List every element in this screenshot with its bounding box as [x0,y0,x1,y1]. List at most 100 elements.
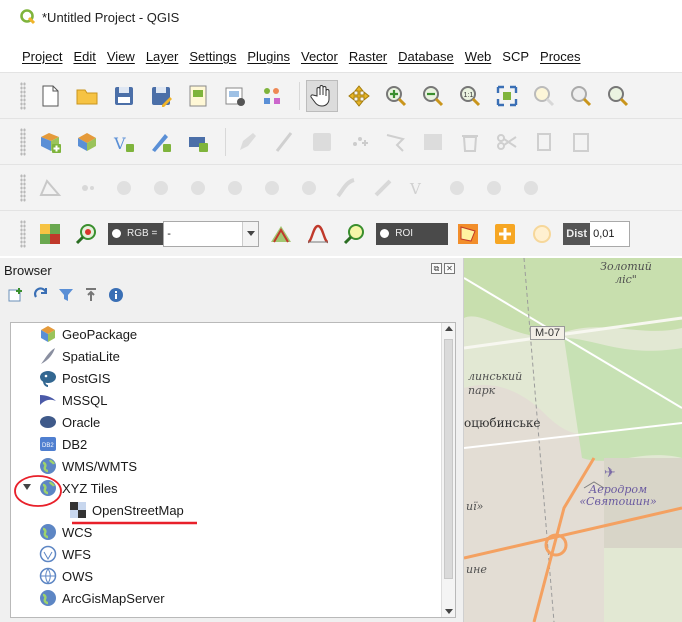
new-print-layout-button[interactable] [182,80,214,112]
float-panel-icon[interactable]: ⧉ [431,263,442,274]
collapse-all-icon[interactable] [83,287,99,303]
tree-item-openstreetmap[interactable]: OpenStreetMap [11,499,455,521]
merge-attributes-button[interactable] [441,172,473,204]
menu-plugins[interactable]: Plugins [247,49,290,64]
rotate-symbols-button[interactable] [478,172,510,204]
rgb-combobox[interactable]: - [163,220,260,247]
menu-vector[interactable]: Vector [301,49,338,64]
tree-item-xyz-tiles[interactable]: XYZ Tiles [11,477,455,499]
expander-arrow-icon[interactable] [23,484,31,490]
modify-attributes-button[interactable] [417,126,449,158]
undo-button[interactable] [34,172,66,204]
save-edits-button[interactable] [306,126,338,158]
zoom-out-button[interactable] [417,80,449,112]
tree-item-spatialite[interactable]: SpatiaLite [11,345,455,367]
tree-item-wms-wmts[interactable]: WMS/WMTS [11,455,455,477]
zoom-to-layer-button[interactable] [565,80,597,112]
add-feature-button[interactable] [343,126,375,158]
redo-roi-button[interactable] [526,218,558,250]
menu-web[interactable]: Web [465,49,492,64]
toolbar-grip[interactable] [20,173,26,202]
reshape-button[interactable] [256,172,288,204]
pencil-disabled-icon [240,132,256,150]
tree-item-wcs[interactable]: WCS [11,521,455,543]
tree-item-postgis[interactable]: PostGIS [11,367,455,389]
new-virtual-layer-button[interactable]: V [108,126,140,158]
menu-settings[interactable]: Settings [189,49,236,64]
new-mesh-layer-button[interactable] [182,126,214,158]
style-manager-button[interactable] [256,80,288,112]
delete-ring-button[interactable] [182,172,214,204]
add-roi-button[interactable] [489,218,521,250]
airport-icon: ✈ [604,464,616,480]
toolbar-grip[interactable] [20,219,26,248]
close-panel-icon[interactable]: ✕ [444,263,455,274]
delete-selected-button[interactable] [454,126,486,158]
paste-features-button[interactable] [565,126,597,158]
pan-to-selection-button[interactable] [343,80,375,112]
new-geopackage-layer-button[interactable] [34,126,66,158]
add-layer-icon[interactable] [8,287,24,303]
scroll-up-icon[interactable] [445,326,453,331]
menu-raster[interactable]: Raster [349,49,387,64]
layout-manager-button[interactable] [219,80,251,112]
create-roi-button[interactable] [452,218,484,250]
scroll-down-icon[interactable] [445,609,453,614]
new-temporary-layer-button[interactable] [145,126,177,158]
zoom-in-button[interactable] [380,80,412,112]
menu-edit[interactable]: Edit [73,49,95,64]
properties-icon[interactable] [108,287,124,303]
tree-item-geopackage[interactable]: GeoPackage [11,323,455,345]
tree-item-ows[interactable]: OWS [11,565,455,587]
split-disabled-icon [336,177,355,197]
filter-icon[interactable] [58,287,74,303]
tree-item-mssql[interactable]: MSSQL [11,389,455,411]
tree-item-wfs[interactable]: WFS [11,543,455,565]
fill-ring-button[interactable] [145,172,177,204]
menu-project[interactable]: Project [22,49,62,64]
menu-scp[interactable]: SCP [502,49,529,64]
toolbar-grip[interactable] [20,127,26,156]
pan-map-button[interactable] [306,79,338,112]
delete-part-button[interactable] [219,172,251,204]
zoom-to-selection-button[interactable] [528,80,560,112]
reverse-line-button[interactable] [515,172,547,204]
menu-layer[interactable]: Layer [146,49,179,64]
tree-item-oracle[interactable]: Oracle [11,411,455,433]
vertex-tool-button[interactable] [380,126,412,158]
new-shapefile-layer-button[interactable] [71,126,103,158]
tree-scrollbar[interactable] [441,323,455,617]
zoom-last-button[interactable] [602,80,634,112]
dist-input[interactable]: 0,01 [590,220,631,247]
map-canvas[interactable]: Золотий ліс" М-07 линський парк оцюбинсь… [464,258,682,622]
local-std-stretch-button[interactable] [302,218,334,250]
zoom-full-button[interactable] [491,80,523,112]
cut-features-button[interactable] [491,126,523,158]
new-project-button[interactable] [34,80,66,112]
zoom-native-button[interactable]: 1:1 [454,80,486,112]
tree-item-db2[interactable]: DB2 DB2 [11,433,455,455]
refresh-icon[interactable] [33,287,49,303]
add-part-button[interactable] [108,172,140,204]
add-ring-button[interactable] [71,172,103,204]
open-project-button[interactable] [71,80,103,112]
menu-processing[interactable]: Proces [540,49,580,64]
merge-features-button[interactable]: V [404,172,436,204]
save-as-button[interactable] [145,80,177,112]
toolbar-grip[interactable] [20,81,26,110]
split-parts-button[interactable] [367,172,399,204]
zoom-roi-button[interactable] [339,218,371,250]
menu-view[interactable]: View [107,49,135,64]
zoom-input-image-button[interactable] [71,218,103,250]
scroll-thumb[interactable] [444,339,453,579]
toggle-editing-button[interactable] [269,126,301,158]
save-project-button[interactable] [108,80,140,112]
copy-features-button[interactable] [528,126,560,158]
offset-curve-button[interactable] [293,172,325,204]
current-edits-button[interactable] [232,126,264,158]
split-features-button[interactable] [330,172,362,204]
local-cumulative-stretch-button[interactable] [265,218,297,250]
menu-database[interactable]: Database [398,49,454,64]
tree-item-arcgis-mapserver[interactable]: ArcGisMapServer [11,587,455,609]
scp-main-button[interactable] [34,218,66,250]
